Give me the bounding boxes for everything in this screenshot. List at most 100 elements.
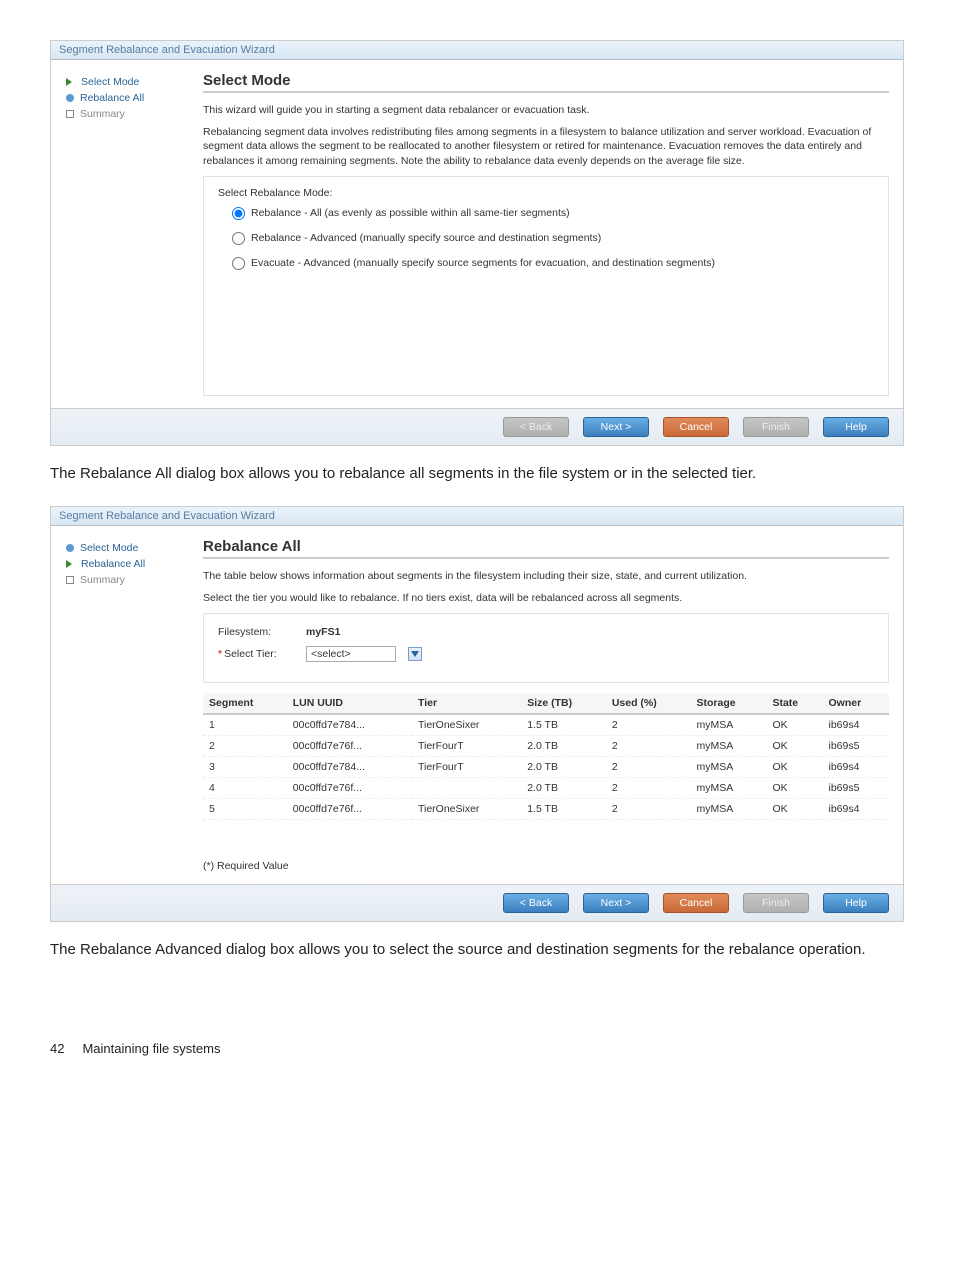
step-label: Rebalance All <box>81 558 145 570</box>
cell-storage: myMSA <box>690 799 766 820</box>
cell-tier: TierOneSixer <box>412 714 521 736</box>
select-mode-heading: Select Rebalance Mode: <box>218 187 874 199</box>
page-number: 42 <box>50 1041 64 1056</box>
col-used[interactable]: Used (%) <box>606 693 691 714</box>
cell-tier: TierOneSixer <box>412 799 521 820</box>
panel-desc2: Rebalancing segment data involves redist… <box>203 125 889 168</box>
cell-owner: ib69s4 <box>822 757 889 778</box>
radio-input[interactable] <box>232 257 245 270</box>
cell-segment: 5 <box>203 799 287 820</box>
box-icon <box>66 576 74 584</box>
help-button[interactable]: Help <box>823 417 889 437</box>
end-paragraph: The Rebalance Advanced dialog box allows… <box>50 940 904 960</box>
wizard2-footer: < Back Next > Cancel Finish Help <box>51 884 903 921</box>
required-star-icon: * <box>218 648 222 660</box>
wizard1-footer: < Back Next > Cancel Finish Help <box>51 408 903 445</box>
select-tier-dropdown[interactable]: <select> <box>306 646 396 662</box>
wizard-rebalance-all: Segment Rebalance and Evacuation Wizard … <box>50 506 904 922</box>
col-tier[interactable]: Tier <box>412 693 521 714</box>
step-summary[interactable]: Summary <box>65 108 185 120</box>
radio-rebalance-all[interactable]: Rebalance - All (as evenly as possible w… <box>232 207 874 220</box>
cell-owner: ib69s4 <box>822 714 889 736</box>
filesystem-row: Filesystem: myFS1 <box>218 626 874 638</box>
cell-lun: 00c0ffd7e76f... <box>287 799 412 820</box>
cell-lun: 00c0ffd7e784... <box>287 714 412 736</box>
radio-evacuate-advanced[interactable]: Evacuate - Advanced (manually specify so… <box>232 257 874 270</box>
arrow-right-icon <box>65 77 75 87</box>
col-size[interactable]: Size (TB) <box>521 693 606 714</box>
radio-label: Rebalance - All (as evenly as possible w… <box>251 207 570 219</box>
col-storage[interactable]: Storage <box>690 693 766 714</box>
col-state[interactable]: State <box>766 693 822 714</box>
step-summary[interactable]: Summary <box>65 574 185 586</box>
segments-table: Segment LUN UUID Tier Size (TB) Used (%)… <box>203 693 889 820</box>
cell-lun: 00c0ffd7e76f... <box>287 778 412 799</box>
step-rebalance-all[interactable]: Rebalance All <box>65 92 185 104</box>
cell-state: OK <box>766 757 822 778</box>
cell-state: OK <box>766 799 822 820</box>
cancel-button[interactable]: Cancel <box>663 417 729 437</box>
cell-used: 2 <box>606 778 691 799</box>
col-segment[interactable]: Segment <box>203 693 287 714</box>
table-header-row: Segment LUN UUID Tier Size (TB) Used (%)… <box>203 693 889 714</box>
table-row[interactable]: 400c0ffd7e76f...2.0 TB2myMSAOKib69s5 <box>203 778 889 799</box>
cell-tier: TierFourT <box>412 757 521 778</box>
cell-size: 1.5 TB <box>521 714 606 736</box>
wizard2-titlebar: Segment Rebalance and Evacuation Wizard <box>51 507 903 526</box>
cell-storage: myMSA <box>690 778 766 799</box>
cell-tier <box>412 778 521 799</box>
arrow-right-icon <box>65 559 75 569</box>
wizard2-sidebar: Select Mode Rebalance All Summary <box>65 538 185 872</box>
cell-used: 2 <box>606 757 691 778</box>
select-tier-value: <select> <box>311 648 351 660</box>
next-button[interactable]: Next > <box>583 893 649 913</box>
col-owner[interactable]: Owner <box>822 693 889 714</box>
cell-state: OK <box>766 714 822 736</box>
step-label: Select Mode <box>80 542 138 554</box>
cell-segment: 1 <box>203 714 287 736</box>
cell-segment: 3 <box>203 757 287 778</box>
mode-select-box: Select Rebalance Mode: Rebalance - All (… <box>203 176 889 396</box>
cell-size: 1.5 TB <box>521 799 606 820</box>
cell-segment: 2 <box>203 736 287 757</box>
help-button[interactable]: Help <box>823 893 889 913</box>
cell-size: 2.0 TB <box>521 757 606 778</box>
next-button[interactable]: Next > <box>583 417 649 437</box>
radio-input[interactable] <box>232 232 245 245</box>
cell-owner: ib69s5 <box>822 778 889 799</box>
cell-storage: myMSA <box>690 714 766 736</box>
cancel-button[interactable]: Cancel <box>663 893 729 913</box>
table-row[interactable]: 100c0ffd7e784...TierOneSixer1.5 TB2myMSA… <box>203 714 889 736</box>
cell-segment: 4 <box>203 778 287 799</box>
cell-used: 2 <box>606 736 691 757</box>
wizard1-titlebar: Segment Rebalance and Evacuation Wizard <box>51 41 903 60</box>
fs-info-box: Filesystem: myFS1 *Select Tier: <select> <box>203 613 889 683</box>
cell-size: 2.0 TB <box>521 778 606 799</box>
page-footer: 42 Maintaining file systems <box>50 1041 904 1056</box>
radio-rebalance-advanced[interactable]: Rebalance - Advanced (manually specify s… <box>232 232 874 245</box>
radio-input[interactable] <box>232 207 245 220</box>
step-rebalance-all[interactable]: Rebalance All <box>65 558 185 570</box>
wizard1-main: Select Mode This wizard will guide you i… <box>203 72 889 396</box>
wizard2-main: Rebalance All The table below shows info… <box>203 538 889 872</box>
finish-button: Finish <box>743 893 809 913</box>
cell-used: 2 <box>606 714 691 736</box>
chevron-down-icon[interactable] <box>408 647 422 661</box>
table-row[interactable]: 500c0ffd7e76f...TierOneSixer1.5 TB2myMSA… <box>203 799 889 820</box>
mid-paragraph: The Rebalance All dialog box allows you … <box>50 464 904 484</box>
step-select-mode[interactable]: Select Mode <box>65 542 185 554</box>
dot-icon <box>66 544 74 552</box>
table-row[interactable]: 300c0ffd7e784...TierFourT2.0 TB2myMSAOKi… <box>203 757 889 778</box>
step-label: Select Mode <box>81 76 139 88</box>
wizard-select-mode: Segment Rebalance and Evacuation Wizard … <box>50 40 904 446</box>
col-lunuuid[interactable]: LUN UUID <box>287 693 412 714</box>
wizard1-sidebar: Select Mode Rebalance All Summary <box>65 72 185 396</box>
panel-desc2: Select the tier you would like to rebala… <box>203 591 889 605</box>
dot-icon <box>66 94 74 102</box>
step-select-mode[interactable]: Select Mode <box>65 76 185 88</box>
cell-used: 2 <box>606 799 691 820</box>
select-tier-label: *Select Tier: <box>218 648 298 660</box>
back-button[interactable]: < Back <box>503 893 569 913</box>
filesystem-value: myFS1 <box>306 626 340 638</box>
table-row[interactable]: 200c0ffd7e76f...TierFourT2.0 TB2myMSAOKi… <box>203 736 889 757</box>
